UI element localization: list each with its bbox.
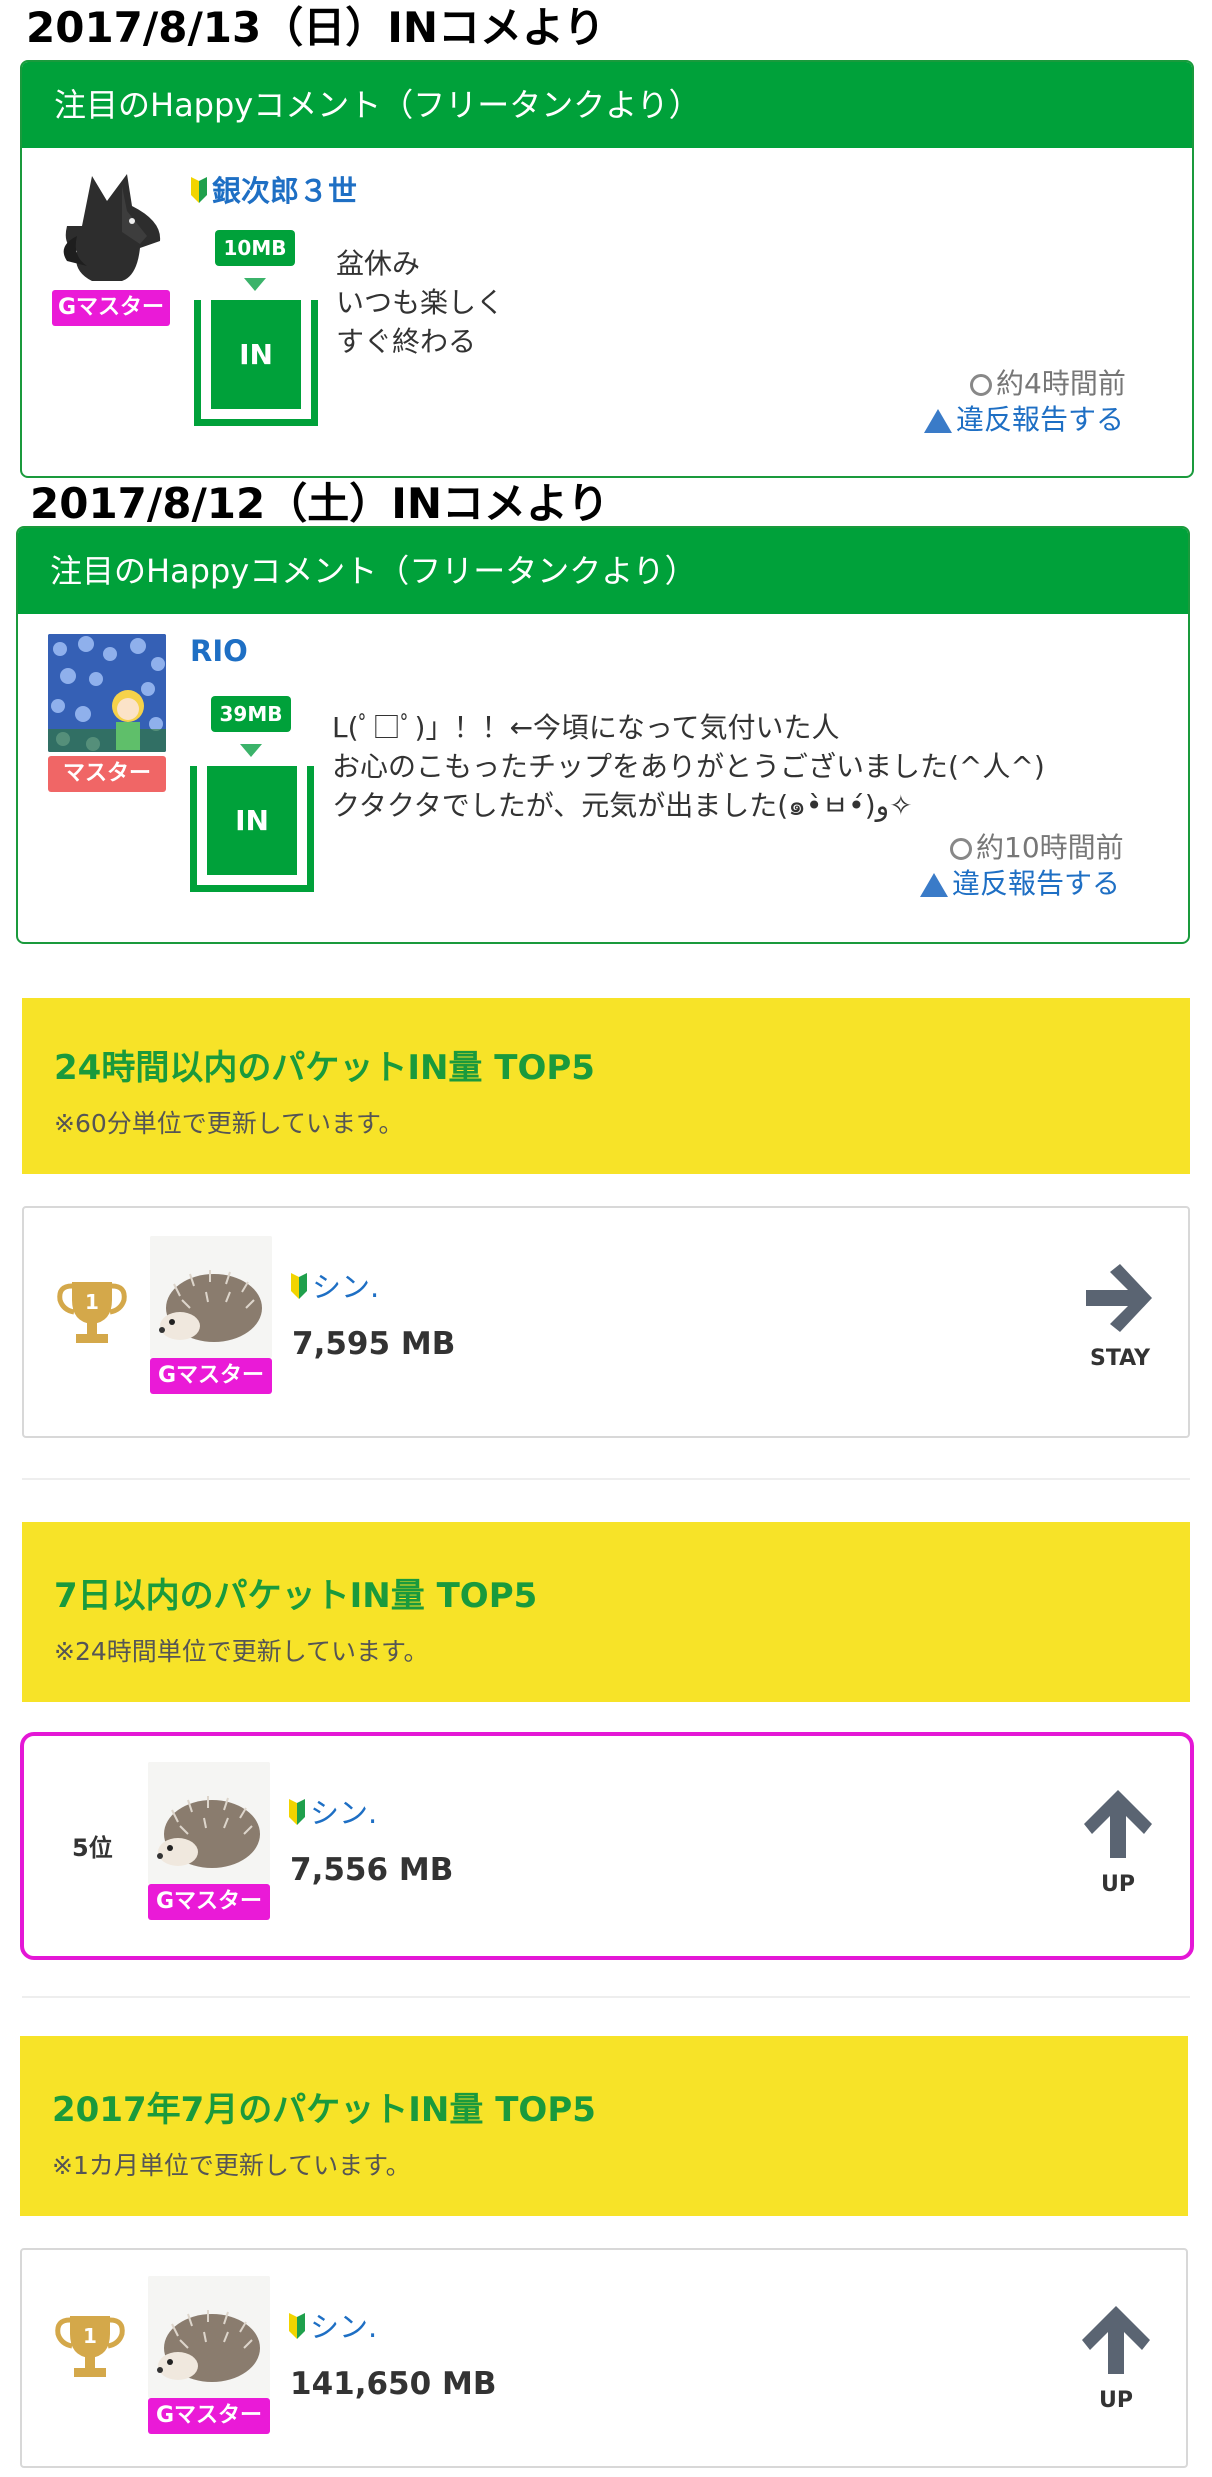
wakaba-icon (288, 2312, 306, 2346)
arrow-down-icon (240, 744, 262, 757)
ranking-title: 7日以内のパケットIN量 TOP5 (54, 1576, 538, 1616)
in-tank-icon: IN (190, 766, 314, 892)
divider (22, 1478, 1190, 1480)
wakaba-icon (190, 176, 208, 210)
ranking-subtitle: ※1カ月単位で更新しています。 (52, 2151, 411, 2180)
rank-badge: Gマスター (148, 2398, 270, 2434)
mb-amount: 10MB (215, 230, 295, 266)
username-link[interactable]: シン. (288, 2304, 377, 2346)
clock-icon (950, 838, 972, 860)
mb-value: 141,650 MB (290, 2366, 497, 2402)
card-title: 注目のHappyコメント（フリータンクより） (18, 528, 1188, 614)
ranking-title: 24時間以内のパケットIN量 TOP5 (54, 1048, 595, 1088)
mb-value: 7,556 MB (290, 1852, 454, 1888)
tank-label: IN (207, 766, 297, 875)
date-heading: 2017/8/12（土）INコメより (30, 479, 610, 528)
fox-avatar[interactable] (52, 166, 170, 284)
rank-badge: Gマスター (150, 1358, 272, 1394)
timestamp: 約10時間前 (950, 826, 1124, 866)
arrow-up-icon (1078, 2302, 1154, 2378)
trend-label: UP (1099, 2388, 1133, 2413)
card-title: 注目のHappyコメント（フリータンクより） (22, 62, 1192, 148)
ranking-title: 2017年7月のパケットIN量 TOP5 (52, 2090, 596, 2130)
mb-amount: 39MB (211, 696, 291, 732)
username-text: 銀次郎３世 (212, 174, 358, 208)
rank-badge: マスター (48, 756, 166, 792)
report-link[interactable]: 違反報告する (920, 862, 1120, 902)
rank-position: 5位 (72, 1834, 113, 1862)
timestamp: 約4時間前 (970, 362, 1126, 402)
rank-badge: Gマスター (148, 1884, 270, 1920)
rank-badge: Gマスター (52, 290, 170, 326)
tank-label: IN (211, 300, 301, 409)
hedgehog-avatar[interactable] (148, 1762, 270, 1884)
hedgehog-avatar[interactable] (148, 2276, 270, 2398)
trend-label: STAY (1090, 1346, 1150, 1371)
trophy-icon: 1 (54, 1276, 130, 1352)
date-heading: 2017/8/13（日）INコメより (26, 3, 606, 52)
trophy-icon: 1 (52, 2310, 128, 2386)
ranking-subtitle: ※24時間単位で更新しています。 (54, 1637, 429, 1666)
ranking-subtitle: ※60分単位で更新しています。 (54, 1109, 404, 1138)
username-link[interactable]: 銀次郎３世 (190, 168, 357, 210)
wakaba-icon (288, 1798, 306, 1832)
report-link[interactable]: 違反報告する (924, 398, 1124, 438)
arrow-right-icon (1082, 1260, 1158, 1336)
comment-text: L(ﾟ□ﾟ)」！！←今頃になって気付いた人 お心のこもったチップをありがとうござ… (332, 711, 1045, 822)
arrow-down-icon (244, 278, 266, 291)
comment-text: 盆休み いつも楽しく すぐ終わる (336, 247, 505, 358)
wakaba-icon (290, 1272, 308, 1306)
mb-value: 7,595 MB (292, 1326, 456, 1362)
hedgehog-avatar[interactable] (150, 1236, 272, 1358)
warning-icon (920, 873, 948, 897)
username-link[interactable]: シン. (290, 1264, 379, 1306)
clock-icon (970, 374, 992, 396)
flower-avatar[interactable] (48, 634, 166, 752)
in-tank-icon: IN (194, 300, 318, 426)
username-link[interactable]: シン. (288, 1790, 377, 1832)
username-link[interactable]: RIO (190, 634, 248, 668)
trend-label: UP (1101, 1872, 1135, 1897)
arrow-up-icon (1080, 1786, 1156, 1862)
divider (22, 1996, 1190, 1998)
warning-icon (924, 409, 952, 433)
